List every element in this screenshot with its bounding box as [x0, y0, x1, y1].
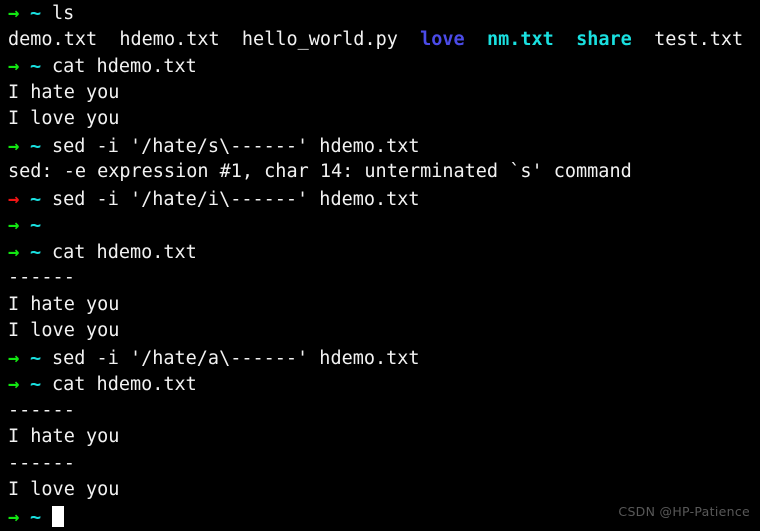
prompt-arrow-icon: → — [8, 0, 30, 27]
terminal-line: →~ls — [0, 0, 760, 27]
spacer — [398, 27, 420, 54]
output-text: I love you — [8, 479, 119, 500]
output-text: ------ — [8, 453, 75, 474]
prompt-arrow-icon: → — [8, 345, 30, 372]
command-text: cat hdemo.txt — [52, 242, 197, 263]
terminal-line-output: I hate you — [0, 292, 760, 319]
prompt-path: ~ — [30, 54, 52, 81]
output-text: ------ — [8, 400, 75, 421]
command-text: sed -i '/hate/a\------' hdemo.txt — [52, 348, 420, 369]
command-text: ls — [52, 3, 74, 24]
output-text: I hate you — [8, 294, 119, 315]
terminal-line-output: ------ — [0, 451, 760, 478]
command-text: sed -i '/hate/i\------' hdemo.txt — [52, 189, 420, 210]
output-text: I hate you — [8, 426, 119, 447]
prompt-path: ~ — [30, 346, 52, 373]
command-text: cat hdemo.txt — [52, 56, 197, 77]
terminal-line-output: ------ — [0, 398, 760, 425]
terminal-line: →~sed -i '/hate/a\------' hdemo.txt — [0, 345, 760, 372]
spacer — [97, 27, 119, 54]
terminal-line-output: I hate you — [0, 80, 760, 107]
prompt-path: ~ — [30, 372, 52, 399]
terminal-line-output: I hate you — [0, 424, 760, 451]
ls-entry-file: test.txt — [654, 29, 743, 50]
output-text: I hate you — [8, 82, 119, 103]
prompt-arrow-icon: → — [8, 371, 30, 398]
prompt-path: ~ — [30, 213, 52, 240]
terminal-line: →~cat hdemo.txt — [0, 53, 760, 80]
terminal-line: →~sed -i '/hate/s\------' hdemo.txt — [0, 133, 760, 160]
spacer — [465, 27, 487, 54]
error-text: sed: -e expression #1, char 14: untermin… — [8, 161, 632, 182]
prompt-arrow-icon: → — [8, 239, 30, 266]
text-cursor — [52, 506, 64, 527]
terminal-line-output: I love you — [0, 106, 760, 133]
terminal-line: →~cat hdemo.txt — [0, 239, 760, 266]
terminal-line: →~cat hdemo.txt — [0, 371, 760, 398]
command-text: sed -i '/hate/s\------' hdemo.txt — [52, 136, 420, 157]
output-text: ------ — [8, 267, 75, 288]
ls-entry-file: hdemo.txt — [119, 29, 219, 50]
prompt-arrow-error-icon: → — [8, 186, 30, 213]
ls-entry-directory: love — [420, 29, 465, 50]
terminal-line-ls-output: demo.txt hdemo.txt hello_world.py love n… — [0, 27, 760, 54]
prompt-path: ~ — [30, 187, 52, 214]
ls-entry-link: share — [576, 29, 632, 50]
prompt-path: ~ — [30, 1, 52, 28]
prompt-arrow-icon: → — [8, 212, 30, 239]
terminal-line-output: I love you — [0, 318, 760, 345]
output-text: I love you — [8, 320, 119, 341]
prompt-arrow-icon: → — [8, 53, 30, 80]
terminal-window[interactable]: →~ls demo.txt hdemo.txt hello_world.py l… — [0, 0, 760, 525]
spacer — [554, 27, 576, 54]
command-text: cat hdemo.txt — [52, 374, 197, 395]
output-text: I love you — [8, 108, 119, 129]
prompt-arrow-icon: → — [8, 504, 30, 531]
prompt-arrow-icon: → — [8, 133, 30, 160]
ls-entry-file: hello_world.py — [242, 29, 398, 50]
spacer — [220, 27, 242, 54]
prompt-path: ~ — [30, 134, 52, 161]
watermark-text: CSDN @HP-Patience — [618, 504, 750, 519]
ls-entry-file: demo.txt — [8, 29, 97, 50]
terminal-line-output: I love you — [0, 477, 760, 504]
prompt-path: ~ — [30, 240, 52, 267]
spacer — [632, 27, 654, 54]
terminal-line: →~ — [0, 212, 760, 239]
ls-entry-link: nm.txt — [487, 29, 554, 50]
prompt-path: ~ — [30, 505, 52, 531]
terminal-line-output: ------ — [0, 265, 760, 292]
terminal-line-error: sed: -e expression #1, char 14: untermin… — [0, 159, 760, 186]
terminal-line: →~sed -i '/hate/i\------' hdemo.txt — [0, 186, 760, 213]
